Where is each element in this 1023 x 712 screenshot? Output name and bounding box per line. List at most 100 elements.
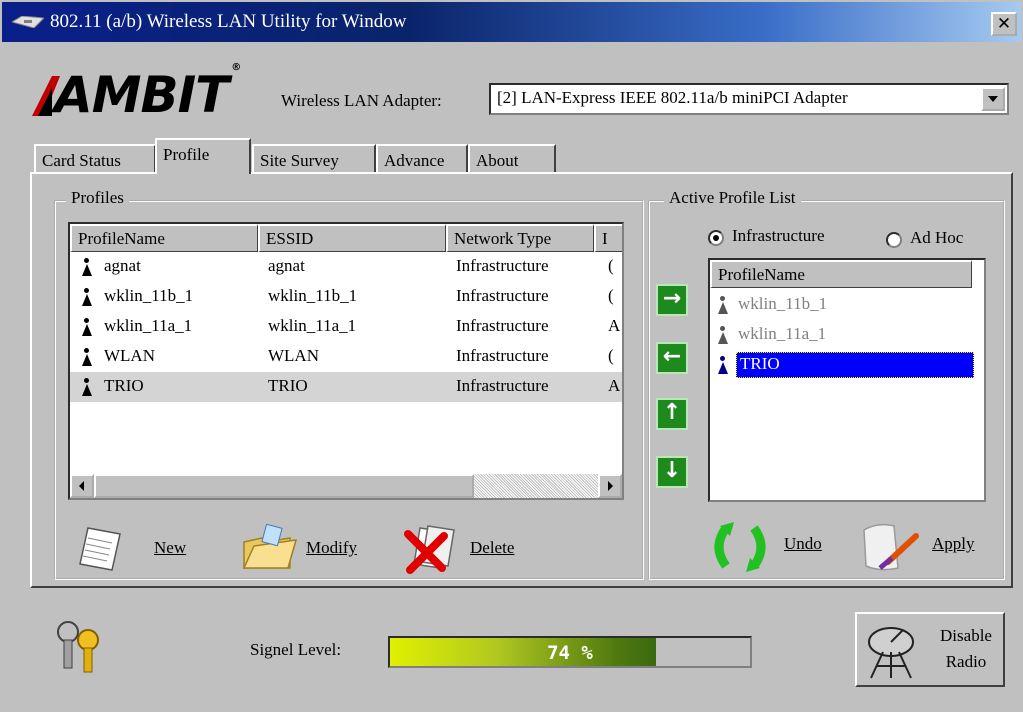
cell-truncated: A — [608, 376, 620, 395]
profile-user-icon — [82, 288, 92, 306]
adapter-select[interactable]: [2] LAN-Express IEEE 802.11a/b miniPCI A… — [489, 83, 1009, 115]
ambit-logo: AMBIT ® — [32, 62, 241, 124]
apply-button[interactable]: Apply — [858, 520, 998, 574]
window-title: 802.11 (a/b) Wireless LAN Utility for Wi… — [50, 11, 407, 32]
tab-site-survey[interactable]: Site Survey — [252, 144, 376, 174]
cell-essid: TRIO — [268, 376, 308, 395]
active-profile-group-label: Active Profile List — [664, 188, 801, 208]
logo-registered-mark: ® — [231, 62, 241, 73]
signal-level-percent: 74 % — [547, 642, 593, 664]
scroll-track[interactable] — [474, 474, 598, 498]
tab-advance-label: Advance — [384, 151, 445, 170]
active-list-item-selected[interactable]: TRIO — [710, 350, 984, 380]
active-item-name: wklin_11a_1 — [738, 324, 827, 343]
logo-triangle-icon — [32, 76, 60, 116]
cell-essid: WLAN — [268, 346, 319, 365]
cell-network-type: Infrastructure — [456, 316, 549, 335]
network-card-icon — [12, 16, 44, 28]
apply-document-pen-icon — [863, 523, 919, 571]
table-row[interactable]: wklin_11a_1 wklin_11a_1 Infrastructure A — [70, 312, 622, 342]
cell-essid: wklin_11a_1 — [268, 316, 357, 335]
scroll-left-button[interactable] — [70, 474, 94, 498]
cell-profile-name: agnat — [104, 256, 141, 275]
cell-network-type: Infrastructure — [456, 256, 549, 275]
delete-x-icon — [404, 525, 455, 574]
tab-card-status[interactable]: Card Status — [34, 144, 156, 174]
profile-user-icon — [718, 326, 728, 344]
close-button[interactable]: ✕ — [991, 12, 1017, 36]
table-row[interactable]: WLAN WLAN Infrastructure ( — [70, 342, 622, 372]
apply-label: Apply — [932, 534, 975, 553]
tab-about-label: About — [476, 151, 519, 170]
profile-user-icon — [718, 296, 728, 314]
cell-network-type: Infrastructure — [456, 286, 549, 305]
tab-profile[interactable]: Profile — [155, 138, 251, 174]
disable-radio-button[interactable]: Disable Radio — [855, 612, 1005, 687]
delete-profile-button[interactable]: Delete — [402, 524, 542, 574]
table-row-selected[interactable]: TRIO TRIO Infrastructure A — [70, 372, 622, 402]
adhoc-radio[interactable]: Ad Hoc — [886, 228, 996, 252]
table-row[interactable]: wklin_11b_1 wklin_11b_1 Infrastructure ( — [70, 282, 622, 312]
undo-button[interactable]: Undo — [710, 520, 840, 574]
active-list-item[interactable]: wklin_11b_1 — [710, 290, 984, 320]
adapter-label: Wireless LAN Adapter: — [281, 91, 442, 110]
active-item-name: wklin_11b_1 — [738, 294, 828, 313]
horizontal-scrollbar[interactable] — [70, 474, 622, 498]
profiles-group-label: Profiles — [66, 188, 129, 208]
active-column-header[interactable]: ProfileName — [710, 260, 972, 288]
tab-about[interactable]: About — [468, 144, 556, 174]
column-header-truncated[interactable]: I — [594, 224, 622, 252]
profile-user-icon — [82, 318, 92, 336]
new-profile-button[interactable]: New — [78, 524, 238, 574]
active-item-name: TRIO — [740, 354, 780, 373]
title-bar[interactable]: 802.11 (a/b) Wireless LAN Utility for Wi… — [2, 2, 1021, 42]
profile-user-icon — [718, 356, 728, 374]
cell-truncated: A — [608, 316, 620, 335]
cell-essid: wklin_11b_1 — [268, 286, 358, 305]
scroll-right-button[interactable] — [598, 474, 622, 498]
cell-profile-name: wklin_11a_1 — [104, 316, 193, 335]
new-document-icon — [79, 527, 121, 571]
keys-icon — [57, 621, 99, 673]
modify-profile-label: Modify — [306, 538, 357, 557]
adhoc-radio-button[interactable] — [886, 232, 902, 248]
column-header-profile-name[interactable]: ProfileName — [70, 224, 258, 252]
profile-tab-panel: Profiles ProfileName ESSID Network Type … — [30, 172, 1013, 588]
adhoc-radio-label: Ad Hoc — [910, 228, 964, 247]
column-header-network-type[interactable]: Network Type — [446, 224, 594, 252]
cell-truncated: ( — [608, 286, 614, 305]
active-profile-group: Active Profile List Infrastructure Ad Ho… — [648, 188, 1005, 580]
cell-profile-name: WLAN — [104, 346, 155, 365]
chevron-down-icon — [988, 96, 998, 102]
infrastructure-radio-button[interactable] — [708, 230, 724, 246]
adapter-dropdown-button[interactable] — [981, 87, 1005, 111]
table-row[interactable]: agnat agnat Infrastructure ( — [70, 252, 622, 282]
infrastructure-radio[interactable]: Infrastructure — [708, 226, 868, 250]
profile-user-icon — [82, 348, 92, 366]
cell-truncated: ( — [608, 256, 614, 275]
refresh-arrows-icon — [714, 522, 766, 572]
profiles-group: Profiles ProfileName ESSID Network Type … — [54, 188, 644, 580]
column-header-essid[interactable]: ESSID — [258, 224, 446, 252]
cell-profile-name: wklin_11b_1 — [104, 286, 194, 305]
cell-profile-name: TRIO — [104, 376, 144, 395]
delete-profile-label: Delete — [470, 538, 515, 557]
active-profile-list[interactable]: ProfileName wklin_11b_1 wklin_11a_1 TRIO — [708, 258, 986, 502]
disable-radio-line1: Disable — [940, 626, 992, 645]
triangle-left-icon — [79, 481, 84, 491]
modify-profile-button[interactable]: Modify — [240, 524, 388, 574]
undo-label: Undo — [784, 534, 822, 553]
active-list-item[interactable]: wklin_11a_1 — [710, 320, 984, 350]
adapter-select-value: [2] LAN-Express IEEE 802.11a/b miniPCI A… — [497, 88, 848, 107]
cell-network-type: Infrastructure — [456, 346, 549, 365]
satellite-dish-icon — [868, 627, 914, 679]
new-profile-label: New — [154, 538, 187, 557]
profiles-table[interactable]: ProfileName ESSID Network Type I agnat a… — [68, 222, 624, 500]
signal-level-bar: 74 % — [388, 636, 752, 668]
cell-essid: agnat — [268, 256, 305, 275]
scroll-thumb[interactable] — [94, 474, 474, 498]
tab-site-survey-label: Site Survey — [260, 151, 339, 170]
profile-user-icon — [82, 378, 92, 396]
logo-text: AMBIT — [54, 66, 229, 124]
tab-advance[interactable]: Advance — [376, 144, 468, 174]
